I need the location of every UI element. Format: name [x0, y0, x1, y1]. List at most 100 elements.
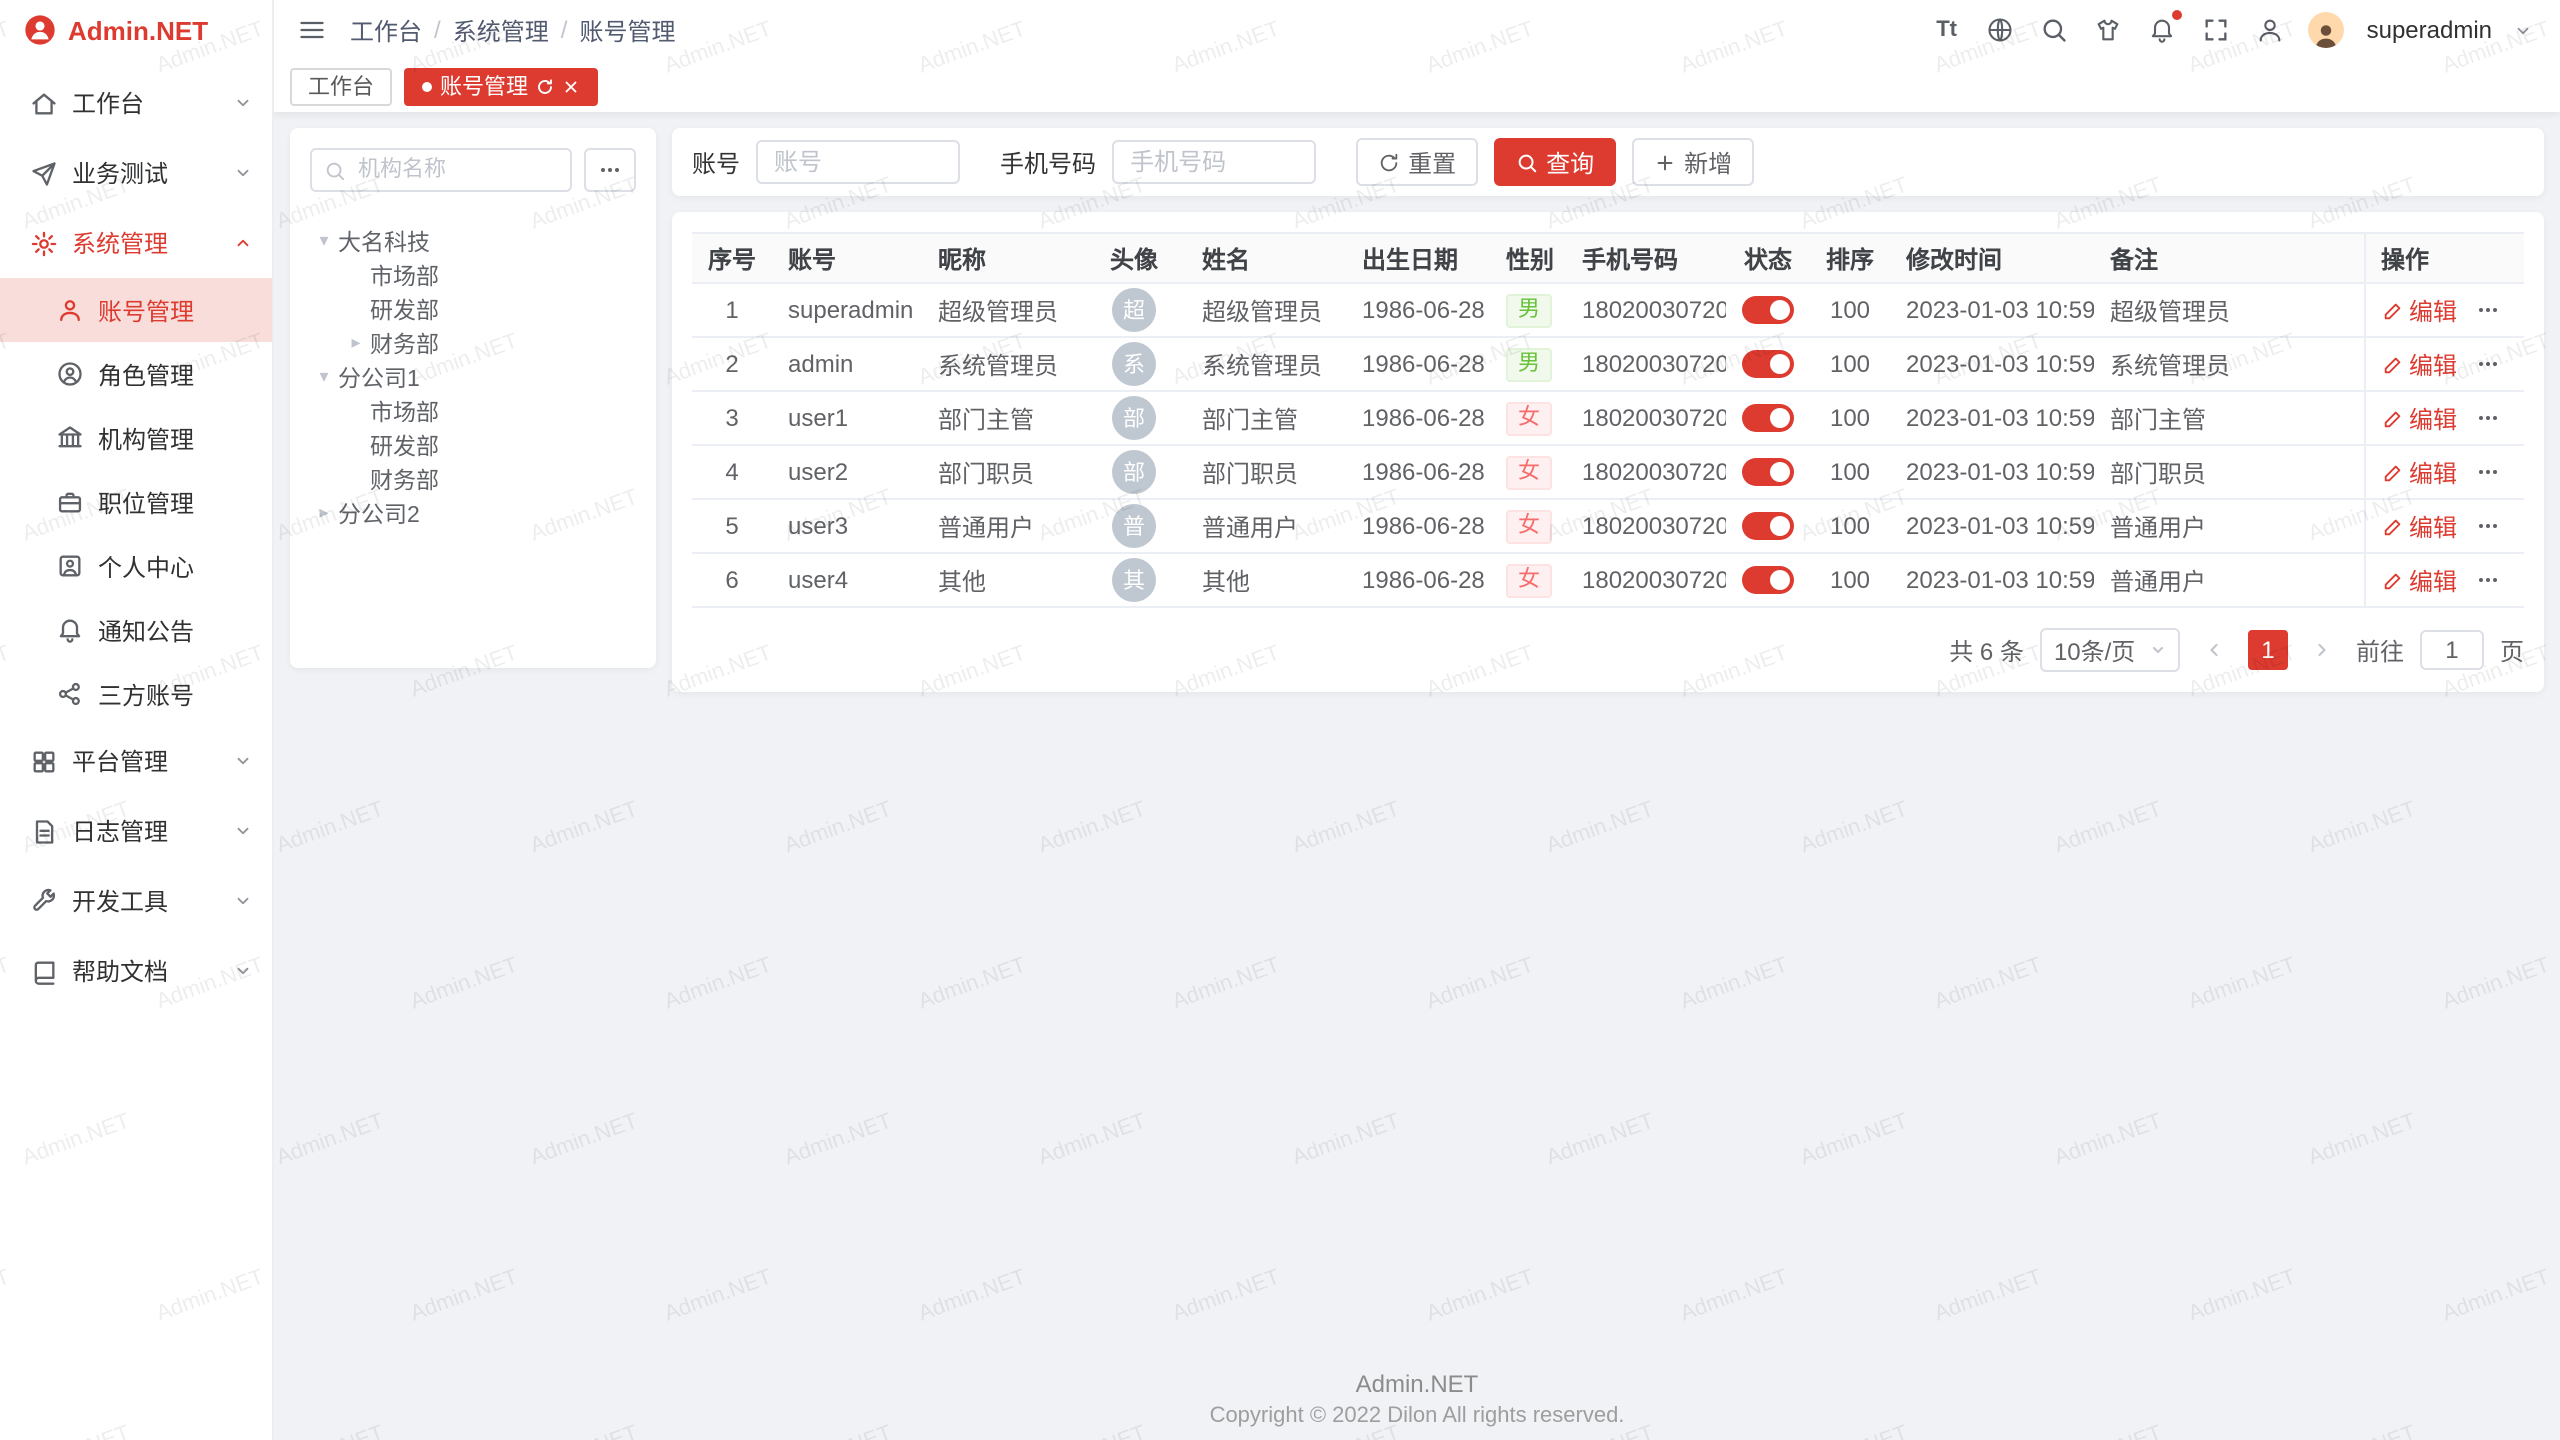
theme-icon[interactable]: [2093, 14, 2125, 46]
prev-page-button[interactable]: [2196, 628, 2232, 672]
breadcrumb-item[interactable]: 账号管理: [579, 13, 675, 47]
tree-node[interactable]: 财务部: [310, 462, 636, 496]
account-input[interactable]: [756, 140, 960, 184]
page-number-button[interactable]: 1: [2248, 630, 2288, 670]
cell-modified-time: 2023-01-03 10:59:44: [1890, 391, 2094, 445]
sidebar-item-help-docs[interactable]: 帮助文档: [0, 936, 272, 1006]
sidebar-item-business-test[interactable]: 业务测试: [0, 138, 272, 208]
cell-account: admin: [772, 337, 922, 391]
row-more-button[interactable]: [2475, 352, 2499, 376]
tree-node[interactable]: ▸分公司2: [310, 496, 636, 530]
row-more-button[interactable]: [2475, 406, 2499, 430]
gender-badge: 男: [1506, 293, 1552, 327]
notification-bell-icon[interactable]: [2147, 14, 2179, 46]
sidebar-item-position-management[interactable]: 职位管理: [0, 470, 272, 534]
search-icon[interactable]: [2039, 14, 2071, 46]
breadcrumb-item[interactable]: 工作台: [350, 13, 422, 47]
cell-phone: 18020030720: [1566, 499, 1726, 553]
cell-avatar: 超: [1082, 283, 1186, 337]
sidebar-item-third-party-account[interactable]: 三方账号: [0, 662, 272, 726]
cell-no: 4: [692, 445, 772, 499]
table-row: 3 user1 部门主管 部 部门主管 1986-06-28 女 1802003…: [692, 391, 2524, 445]
status-toggle[interactable]: [1742, 513, 1794, 541]
profile-icon[interactable]: [2255, 14, 2287, 46]
row-more-button[interactable]: [2475, 514, 2499, 538]
tab-account-management[interactable]: 账号管理: [404, 67, 598, 105]
status-toggle[interactable]: [1742, 351, 1794, 379]
reset-button[interactable]: 重置: [1356, 138, 1478, 186]
breadcrumb-item[interactable]: 系统管理: [453, 13, 549, 47]
language-icon[interactable]: [1985, 14, 2017, 46]
right-column: 账号 手机号码 重置 查询 新增: [672, 128, 2544, 692]
page-size-select[interactable]: 10条/页: [2040, 628, 2180, 672]
caret-right-icon[interactable]: ▸: [310, 502, 338, 524]
caret-down-icon[interactable]: ▾: [310, 230, 338, 252]
sidebar-item-system-management[interactable]: 系统管理: [0, 208, 272, 278]
table-row: 4 user2 部门职员 部 部门职员 1986-06-28 女 1802003…: [692, 445, 2524, 499]
edit-button[interactable]: 编辑: [2381, 509, 2457, 543]
row-more-button[interactable]: [2475, 460, 2499, 484]
add-button[interactable]: 新增: [1632, 138, 1754, 186]
search-label: 查询: [1546, 145, 1594, 179]
tree-node[interactable]: ▾大名科技: [310, 224, 636, 258]
search-button[interactable]: 查询: [1494, 138, 1616, 186]
refresh-icon[interactable]: [536, 77, 554, 95]
close-icon[interactable]: [562, 77, 580, 95]
font-size-icon[interactable]: Tt: [1931, 14, 1963, 46]
status-toggle[interactable]: [1742, 297, 1794, 325]
sidebar-item-log-management[interactable]: 日志管理: [0, 796, 272, 866]
username[interactable]: superadmin: [2367, 16, 2492, 44]
sidebar-item-platform-management[interactable]: 平台管理: [0, 726, 272, 796]
caret-right-icon[interactable]: ▸: [342, 332, 370, 354]
tree-node[interactable]: ▸财务部: [310, 326, 636, 360]
cell-gender: 女: [1490, 445, 1566, 499]
status-toggle[interactable]: [1742, 567, 1794, 595]
cell-gender: 男: [1490, 337, 1566, 391]
status-toggle[interactable]: [1742, 459, 1794, 487]
topbar: 工作台 / 系统管理 / 账号管理 Tt superadmin: [274, 0, 2560, 60]
edit-button[interactable]: 编辑: [2381, 563, 2457, 597]
edit-button[interactable]: 编辑: [2381, 455, 2457, 489]
sidebar-item-label: 工作台: [72, 86, 144, 120]
tree-more-button[interactable]: [584, 148, 636, 192]
sidebar-item-role-management[interactable]: 角色管理: [0, 342, 272, 406]
tabstrip: 工作台 账号管理: [274, 60, 2560, 112]
edit-button[interactable]: 编辑: [2381, 347, 2457, 381]
tree-node[interactable]: 市场部: [310, 258, 636, 292]
fullscreen-icon[interactable]: [2201, 14, 2233, 46]
tab-workbench[interactable]: 工作台: [290, 67, 392, 105]
cell-remark: 普通用户: [2094, 499, 2364, 553]
sidebar-item-notice[interactable]: 通知公告: [0, 598, 272, 662]
row-more-button[interactable]: [2475, 298, 2499, 322]
sidebar-item-account-management[interactable]: 账号管理: [0, 278, 272, 342]
sidebar-item-org-management[interactable]: 机构管理: [0, 406, 272, 470]
chevron-down-icon[interactable]: [2514, 21, 2532, 39]
row-more-button[interactable]: [2475, 568, 2499, 592]
document-icon: [28, 816, 58, 846]
avatar[interactable]: [2309, 12, 2345, 48]
sidebar-item-personal-center[interactable]: 个人中心: [0, 534, 272, 598]
phone-input[interactable]: [1112, 140, 1316, 184]
tree-node[interactable]: 研发部: [310, 428, 636, 462]
next-page-button[interactable]: [2304, 628, 2340, 672]
edit-button[interactable]: 编辑: [2381, 293, 2457, 327]
tree-node[interactable]: ▾分公司1: [310, 360, 636, 394]
app-logo[interactable]: Admin.NET: [0, 0, 272, 60]
org-tree: ▾大名科技 市场部 研发部 ▸财务部 ▾分公司1 市场部 研发部 财务部 ▸分公…: [310, 224, 636, 530]
cell-nickname: 部门职员: [922, 445, 1082, 499]
edit-button[interactable]: 编辑: [2381, 401, 2457, 435]
sidebar-item-dev-tools[interactable]: 开发工具: [0, 866, 272, 936]
status-toggle[interactable]: [1742, 405, 1794, 433]
tree-node[interactable]: 市场部: [310, 394, 636, 428]
org-search-input[interactable]: [354, 156, 558, 184]
topbar-actions: Tt superadmin: [1931, 12, 2532, 48]
caret-down-icon[interactable]: ▾: [310, 366, 338, 388]
menu-collapse-icon[interactable]: [298, 16, 326, 44]
sidebar-item-workbench[interactable]: 工作台: [0, 68, 272, 138]
chevron-down-icon: [234, 962, 252, 980]
cell-phone: 18020030720: [1566, 391, 1726, 445]
tree-node[interactable]: 研发部: [310, 292, 636, 326]
goto-page-input[interactable]: [2420, 630, 2484, 670]
table-row: 6 user4 其他 其 其他 1986-06-28 女 18020030720…: [692, 553, 2524, 607]
cell-no: 1: [692, 283, 772, 337]
